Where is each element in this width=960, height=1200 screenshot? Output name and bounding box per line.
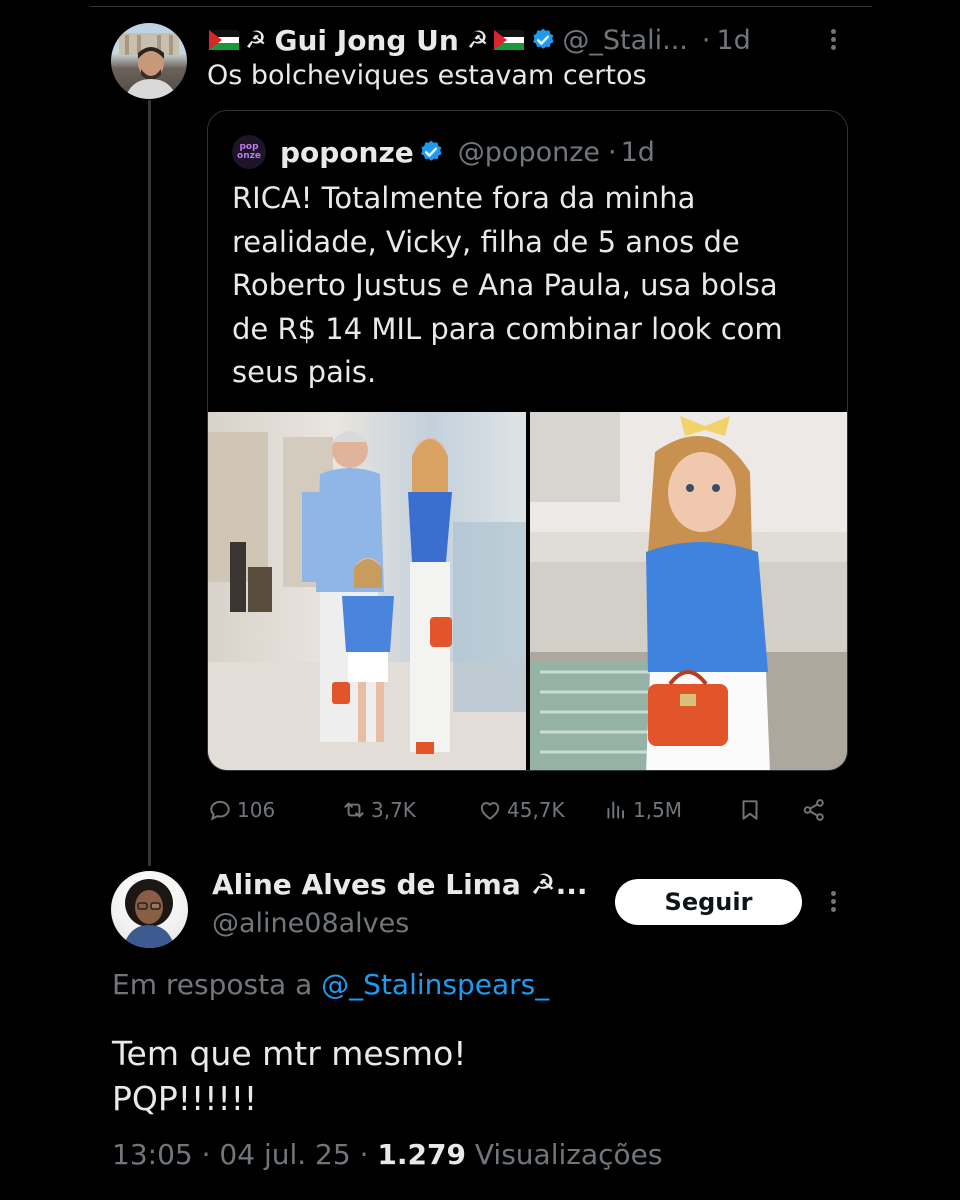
tweet2-meta: 13:05 · 04 jul. 25 · 1.279 Visualizações [112, 1138, 662, 1171]
tweet1-text: Os bolcheviques estavam certos [207, 60, 647, 91]
palestine-flag-icon [209, 30, 239, 50]
tweet1-action-bar: 106 3,7K 45,7K 1,5M [207, 790, 848, 830]
verified-badge-icon [533, 28, 554, 49]
quoted-tweet-card[interactable]: pop onze poponze @poponze · 1d RICA! Tot… [207, 110, 848, 771]
avatar-aline-alves[interactable] [111, 871, 188, 948]
tweet2-time[interactable]: 13:05 [112, 1138, 193, 1171]
tweet2-handle[interactable]: @aline08alves [212, 908, 409, 939]
verified-badge-icon [420, 140, 442, 161]
like-button[interactable]: 45,7K [477, 790, 565, 830]
follow-button[interactable]: Seguir [615, 879, 802, 925]
quoted-time[interactable]: 1d [621, 137, 655, 168]
avatar-gui-jong-un[interactable] [111, 23, 187, 99]
quoted-tweet-text: RICA! Totalmente fora da minha realidade… [232, 181, 783, 390]
top-divider [90, 6, 872, 7]
thread-connector-line [148, 100, 151, 866]
tweet2-display-name[interactable]: Aline Alves de Lima ☭... [212, 868, 588, 901]
tweet1-header: ☭ Gui Jong Un ☭ @_Stali... · 1d [207, 20, 751, 60]
tweet2-views-count: 1.279 [377, 1138, 466, 1171]
repost-button[interactable]: 3,7K [341, 790, 416, 830]
bookmark-button[interactable] [737, 790, 767, 830]
tweet1-display-name[interactable]: Gui Jong Un [275, 24, 459, 57]
tweet1-handle[interactable]: @_Stali... [562, 25, 688, 56]
separator-dot: · [201, 1138, 211, 1171]
palestine-flag-icon [494, 30, 525, 50]
views-count: 1,5M [633, 798, 683, 822]
hammer-sickle-icon: ☭ [466, 26, 489, 54]
bookmark-icon [742, 800, 758, 820]
reply-mention-link[interactable]: @_Stalinspears_ [321, 968, 549, 1001]
more-options-icon[interactable] [826, 26, 840, 56]
more-options-icon[interactable] [826, 888, 840, 918]
quoted-image-family[interactable] [208, 412, 526, 770]
separator-dot: · [608, 136, 617, 168]
quoted-image-girl[interactable] [530, 412, 847, 770]
logo-text-bottom: onze [237, 151, 261, 161]
share-icon [803, 799, 824, 821]
tweet2-views-label: Visualizações [474, 1138, 663, 1171]
quoted-handle[interactable]: @poponze [458, 137, 600, 168]
share-button[interactable] [801, 790, 831, 830]
views-button[interactable]: 1,5M [603, 790, 682, 830]
repost-icon [344, 802, 364, 818]
reply-context: Em resposta a @_Stalinspears_ [112, 968, 549, 1001]
separator-dot: · [359, 1138, 369, 1171]
tweet2-date[interactable]: 04 jul. 25 [219, 1138, 350, 1171]
hammer-sickle-icon: ☭ [245, 26, 267, 54]
separator-dot: · [701, 24, 711, 56]
reply-icon [210, 800, 230, 821]
poponze-logo[interactable]: pop onze [232, 135, 266, 169]
quoted-display-name[interactable]: poponze [280, 136, 414, 169]
like-icon [480, 802, 500, 820]
reply-button[interactable]: 106 [207, 790, 275, 830]
views-icon [607, 801, 625, 819]
repost-count: 3,7K [371, 798, 416, 822]
quoted-tweet-header: pop onze poponze @poponze · 1d [232, 132, 655, 172]
tweet1-time[interactable]: 1d [716, 25, 750, 56]
reply-count: 106 [237, 798, 276, 822]
reply-prefix: Em resposta a [112, 968, 313, 1001]
like-count: 45,7K [507, 798, 565, 822]
tweet2-text: Tem que mtr mesmo! PQP!!!!!! [112, 1034, 467, 1118]
